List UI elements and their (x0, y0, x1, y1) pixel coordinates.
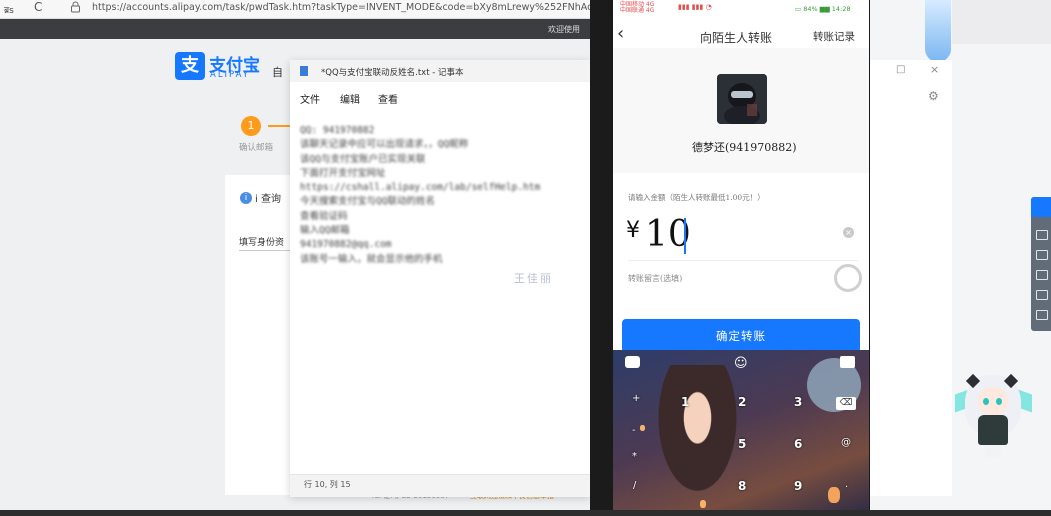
fill-identity-label: 填写身份资 (239, 238, 285, 248)
record-icon[interactable] (1036, 290, 1048, 300)
confirm-transfer-button[interactable]: 确定转账 (622, 319, 860, 353)
close-icon[interactable]: × (930, 63, 939, 76)
pen-icon[interactable] (1036, 310, 1048, 320)
notepad-line: https://cshall.alipay.com/lab/selfHelp.h… (300, 182, 541, 194)
key-slash[interactable]: / (633, 480, 636, 491)
notepad-status-text: 行 10, 列 15 (304, 480, 351, 489)
battery-time: ▭ 84% ▆▆ 14:28 (795, 5, 851, 13)
key-8[interactable]: 8 (738, 479, 746, 493)
menu-file[interactable]: 文件 (300, 91, 320, 106)
welcome-text: 欢迎使用 (548, 25, 580, 34)
notepad-line: 该账号一输入，就会显示他的手机 (300, 253, 443, 265)
keyboard-logo-icon[interactable] (625, 356, 640, 368)
page-title: 向陌生人转账 (700, 31, 773, 45)
notepad-line: 该聊天记录中应可以出现请求，，QQ昵称 (300, 139, 469, 151)
signal-icon: ▮▮▮ ▮▮▮ ◔ (678, 3, 712, 11)
transfer-note-field[interactable]: 转账留言(选填) (628, 273, 682, 284)
keyboard-skin-figure (645, 365, 750, 516)
url-field[interactable]: https://accounts.alipay.com/task/pwdTask… (92, 2, 626, 13)
right-panel (870, 60, 952, 496)
menu-edit[interactable]: 编辑 (340, 91, 360, 106)
notepad-file-icon (300, 66, 308, 76)
mascot-body (978, 415, 1008, 445)
alipay-logo-icon: 支 (175, 52, 205, 80)
reload-icon[interactable]: C (34, 0, 42, 14)
recipient-name: 德梦还(941970882) (692, 141, 797, 154)
recipient-avatar (717, 74, 767, 124)
fill-identity-underline (239, 250, 291, 251)
key-3[interactable]: 3 (794, 395, 802, 409)
notepad-line: 941970882@qq.com (300, 239, 392, 251)
menu-view[interactable]: 查看 (378, 91, 398, 106)
top-right-strip (952, 0, 1051, 44)
key-1[interactable]: 1 (681, 395, 689, 409)
watermark-text: 王佳丽 (514, 272, 553, 285)
step-label: 确认邮箱 (239, 143, 274, 153)
notepad-line: 查看验证码 (300, 210, 348, 222)
mascot-eye (996, 398, 1002, 405)
currency-symbol: ¥ (626, 218, 640, 243)
info-icon: i (240, 192, 252, 204)
top-decoration-pill (925, 0, 951, 62)
notepad-line: 输入QQ邮箱 (300, 225, 350, 237)
key-9[interactable]: 9 (794, 479, 802, 493)
clear-icon[interactable]: × (843, 227, 854, 238)
emoji-icon[interactable]: ☺ (734, 356, 748, 371)
notepad-line: 该QQ与支付宝账户已实现关联 (300, 153, 426, 165)
notepad-line: 下面打开支付宝网址 (300, 167, 386, 179)
key-2[interactable]: 2 (738, 395, 746, 409)
key-star[interactable]: * (632, 451, 637, 462)
avatar-figure-icon (717, 74, 767, 124)
notepad-line: QQ: 941970882 (300, 125, 375, 136)
lantern-decoration (700, 500, 706, 508)
carrier-line: 中国联通 4G (620, 7, 655, 14)
mascot-eye (983, 398, 989, 405)
notepad-text-area[interactable]: QQ: 941970882 该聊天记录中应可以出现请求，，QQ昵称 该QQ与支付宝账… (300, 124, 590, 267)
window-icon[interactable] (1036, 250, 1048, 260)
camera-icon[interactable] (1036, 230, 1048, 240)
back-icon[interactable]: ‹ (617, 23, 624, 44)
key-plus[interactable]: + (632, 393, 640, 404)
lantern-decoration (828, 487, 840, 503)
key-6[interactable]: 6 (794, 437, 802, 451)
carrier-info: 中国移动 4G 中国联通 4G (620, 2, 654, 14)
step-line (268, 125, 290, 127)
notepad-title: *QQ与支付宝联动反姓名.txt - 记事本 (321, 68, 464, 78)
divider (628, 260, 858, 261)
key-at[interactable]: @ (841, 437, 851, 448)
maximize-icon[interactable]: □ (896, 64, 905, 75)
notepad-line: 今天搜索支付宝与QQ联动的姓名 (300, 196, 435, 208)
alipay-top-bar (0, 19, 590, 39)
touch-indicator-icon (834, 264, 862, 292)
mascot-legs (985, 445, 1001, 457)
text-cursor (684, 218, 686, 254)
transfer-records-link[interactable]: 转账记录 (813, 29, 855, 44)
taskbar-edge (0, 510, 1051, 516)
backspace-icon[interactable]: ⌫ (836, 397, 856, 410)
alipay-subtitle: 自 (272, 66, 283, 79)
key-5[interactable]: 5 (738, 437, 746, 451)
amount-label: 请输入金额（陌生人转账最低1.00元！） (628, 193, 765, 202)
settings-icon[interactable]: ⚙ (928, 89, 939, 103)
hide-keyboard-icon[interactable] (840, 356, 855, 368)
step-indicator: 1 (241, 116, 261, 136)
key-dot[interactable]: . (845, 479, 848, 490)
toolbar-active-icon[interactable] (1031, 197, 1051, 217)
alipay-logo-en: ALIPAY (210, 70, 250, 80)
tab-label[interactable]: ब्रs (4, 3, 14, 16)
lantern-decoration (640, 425, 645, 431)
form-card (225, 175, 291, 495)
lock-icon (71, 1, 80, 13)
screen-icon[interactable] (1036, 270, 1048, 280)
info-text: i 查询 (255, 194, 281, 205)
key-minus[interactable]: - (632, 425, 636, 436)
